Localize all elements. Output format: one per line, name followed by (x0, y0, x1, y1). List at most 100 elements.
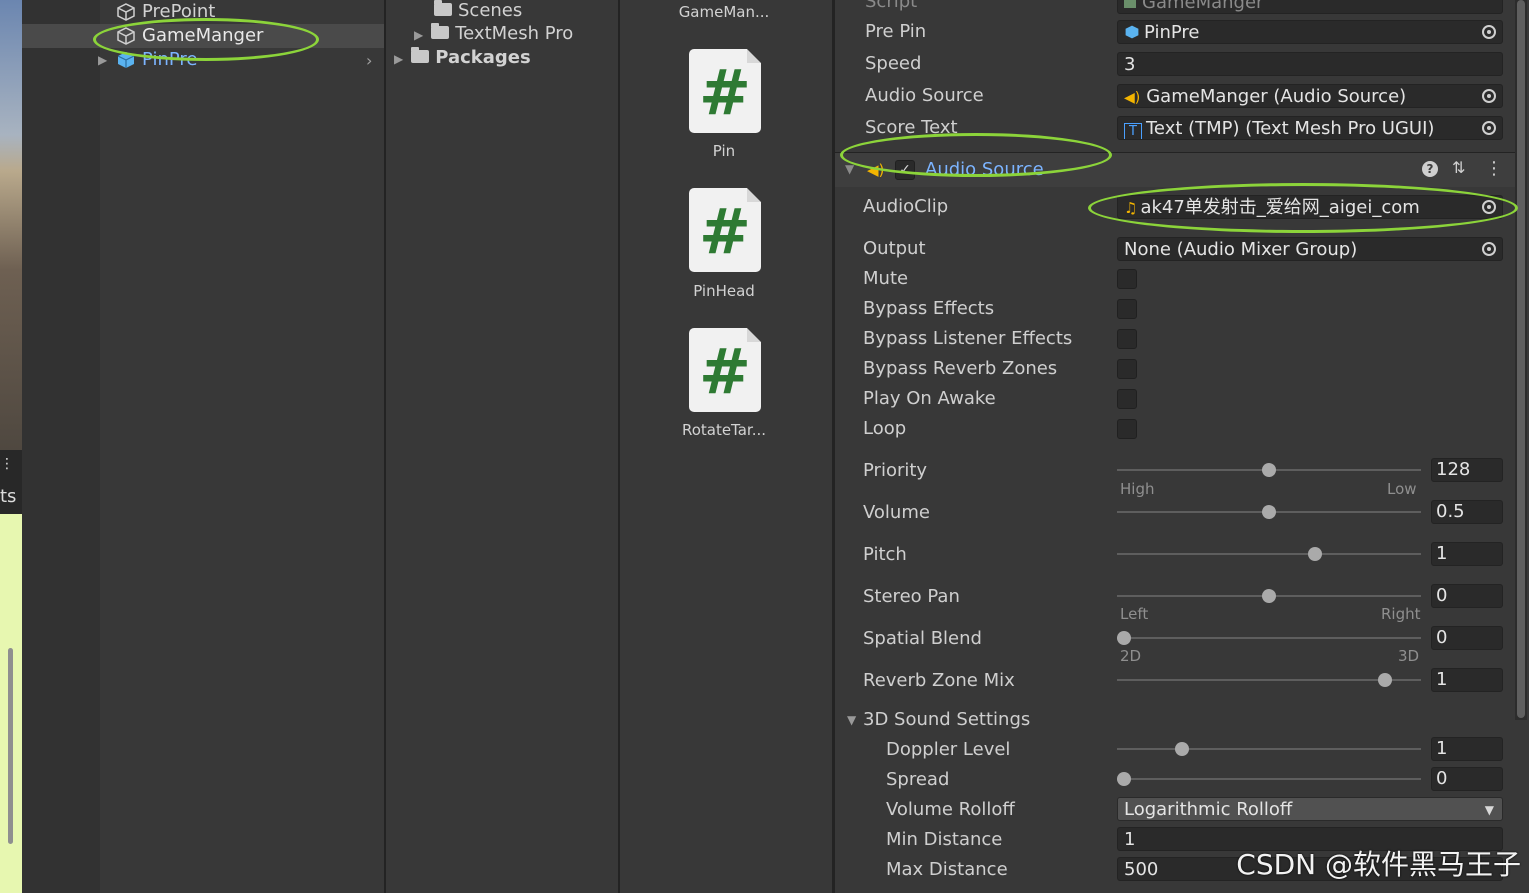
asset-label-pin[interactable]: Pin (634, 142, 814, 160)
volume-rolloff-dropdown[interactable]: Logarithmic Rolloff ▼ (1117, 797, 1503, 821)
doppler-level-slider-knob[interactable] (1175, 742, 1189, 756)
spread-value[interactable]: 0 (1431, 767, 1503, 791)
pre-pin-label: Pre Pin (865, 21, 927, 42)
hierarchy-item-pinpre[interactable]: ▶ PinPre › (22, 48, 384, 72)
volume-slider-knob[interactable] (1262, 505, 1276, 519)
chevron-down-icon: ▼ (1484, 803, 1494, 817)
folder-item-scenes[interactable]: Scenes (434, 0, 522, 21)
scene-tab-label[interactable]: ts (0, 486, 22, 507)
doppler-level-label: Doppler Level (886, 739, 1011, 760)
output-value: None (Audio Mixer Group) (1124, 239, 1358, 260)
stereo-pan-slider-knob[interactable] (1262, 589, 1276, 603)
chevron-right-icon[interactable]: › (366, 51, 372, 70)
presets-icon[interactable]: ⇅ (1452, 158, 1465, 177)
object-picker-icon[interactable] (1482, 242, 1496, 256)
score-text-value: Text (TMP) (Text Mesh Pro UGUI) (1146, 118, 1435, 139)
csharp-script-icon[interactable]: # (689, 328, 761, 412)
script-icon (1124, 0, 1136, 8)
audioclip-label: AudioClip (863, 196, 949, 217)
mute-checkbox[interactable] (1117, 269, 1137, 289)
loop-checkbox[interactable] (1117, 419, 1137, 439)
expand-arrow-icon[interactable]: ▶ (414, 28, 423, 42)
expand-arrow-icon[interactable]: ▶ (394, 52, 403, 66)
spatial-blend-slider-knob[interactable] (1117, 631, 1131, 645)
scene-view[interactable] (0, 0, 22, 450)
folder-label: Packages (435, 47, 531, 68)
audioclip-value: ak47单发射击_爱给网_aigei_com (1140, 197, 1420, 218)
spatial-blend-slider-track[interactable] (1117, 637, 1421, 639)
mute-label: Mute (863, 268, 909, 289)
object-picker-icon[interactable] (1482, 121, 1496, 135)
3d-sound-settings-header[interactable]: 3D Sound Settings (863, 709, 1030, 730)
project-grid-panel: GameMan... # Pin # PinHead # RotateTar..… (620, 0, 835, 893)
foldout-arrow-icon[interactable]: ▼ (847, 713, 856, 727)
audio-source-icon: ◀) (1124, 90, 1141, 106)
gameobject-cube-icon (117, 3, 135, 21)
pitch-slider-knob[interactable] (1308, 547, 1323, 561)
script-value: GameManger (1142, 0, 1264, 13)
csharp-script-icon[interactable]: # (689, 49, 761, 133)
expand-arrow-icon[interactable]: ▶ (98, 53, 107, 67)
audioclip-field[interactable]: ♫ ak47单发射击_爱给网_aigei_com (1117, 195, 1503, 219)
hash-glyph: # (699, 56, 751, 129)
asset-label-pinhead[interactable]: PinHead (634, 282, 814, 300)
more-options-icon[interactable]: ⋮ (1485, 158, 1503, 179)
pitch-value[interactable]: 1 (1431, 542, 1503, 566)
audio-source-ref-value: GameManger (Audio Source) (1146, 86, 1407, 107)
object-picker-icon[interactable] (1482, 89, 1496, 103)
volume-label: Volume (863, 502, 930, 523)
stereo-pan-value[interactable]: 0 (1431, 584, 1503, 608)
hierarchy-item-prepoint[interactable]: PrePoint (22, 0, 384, 24)
scene-scrollbar[interactable] (8, 648, 13, 844)
folder-item-packages[interactable]: ▶ Packages (394, 47, 531, 68)
inspector-scrollbar-thumb[interactable] (1517, 0, 1525, 718)
spatial-blend-value[interactable]: 0 (1431, 626, 1503, 650)
hash-glyph: # (699, 335, 751, 408)
stereo-pan-label: Stereo Pan (863, 586, 960, 607)
reverb-zone-mix-slider-knob[interactable] (1378, 673, 1392, 687)
doppler-level-slider-track[interactable] (1117, 748, 1421, 750)
inspector-panel: Script GameManger Pre Pin PinPre Speed 3… (835, 0, 1529, 893)
help-icon[interactable]: ? (1422, 161, 1438, 177)
hierarchy-item-label: GameManger (142, 25, 264, 46)
score-text-field[interactable]: T Text (TMP) (Text Mesh Pro UGUI) (1117, 116, 1503, 140)
object-picker-icon[interactable] (1482, 25, 1496, 39)
asset-label-rotatetarget[interactable]: RotateTar... (634, 421, 814, 439)
priority-max-label: Low (1387, 480, 1417, 498)
bypass-reverb-zones-checkbox[interactable] (1117, 359, 1137, 379)
play-on-awake-checkbox[interactable] (1117, 389, 1137, 409)
bypass-listener-effects-checkbox[interactable] (1117, 329, 1137, 349)
audio-source-ref-field[interactable]: ◀) GameManger (Audio Source) (1117, 84, 1503, 108)
project-tree-panel: Scenes ▶ TextMesh Pro ▶ Packages (386, 0, 620, 893)
volume-value[interactable]: 0.5 (1431, 500, 1503, 524)
doppler-level-value[interactable]: 1 (1431, 737, 1503, 761)
volume-rolloff-value: Logarithmic Rolloff (1124, 799, 1293, 820)
stereo-pan-min-label: Left (1120, 605, 1149, 623)
reverb-zone-mix-value[interactable]: 1 (1431, 668, 1503, 692)
asset-label[interactable]: GameMan... (634, 3, 814, 21)
audio-source-component-header[interactable]: ▼ ◀) ✓ Audio Source ? ⇅ ⋮ (835, 153, 1515, 187)
scene-more-icon[interactable]: ⋮ (0, 457, 14, 471)
bypass-effects-checkbox[interactable] (1117, 299, 1137, 319)
tmp-text-icon: T (1124, 123, 1142, 139)
script-field[interactable]: GameManger (1117, 0, 1503, 14)
priority-value[interactable]: 128 (1431, 458, 1503, 482)
reverb-zone-mix-slider-track[interactable] (1117, 679, 1421, 681)
foldout-arrow-icon[interactable]: ▼ (845, 162, 854, 176)
gameobject-cube-icon (117, 27, 135, 45)
priority-slider-knob[interactable] (1262, 463, 1276, 477)
csharp-script-icon[interactable]: # (689, 188, 761, 272)
spatial-blend-label: Spatial Blend (863, 628, 982, 649)
object-picker-icon[interactable] (1482, 200, 1496, 214)
speed-field[interactable]: 3 (1117, 52, 1503, 76)
pre-pin-field[interactable]: PinPre (1117, 20, 1503, 44)
reverb-zone-mix-label: Reverb Zone Mix (863, 670, 1015, 691)
hierarchy-item-gamemanger[interactable]: GameManger (22, 24, 384, 48)
spread-slider-track[interactable] (1117, 778, 1421, 780)
folder-icon (411, 47, 430, 63)
output-field[interactable]: None (Audio Mixer Group) (1117, 237, 1503, 261)
pitch-slider-track[interactable] (1117, 553, 1421, 555)
spread-slider-knob[interactable] (1117, 772, 1131, 786)
component-enabled-checkbox[interactable]: ✓ (895, 160, 915, 180)
folder-item-textmesh-pro[interactable]: ▶ TextMesh Pro (414, 23, 573, 44)
